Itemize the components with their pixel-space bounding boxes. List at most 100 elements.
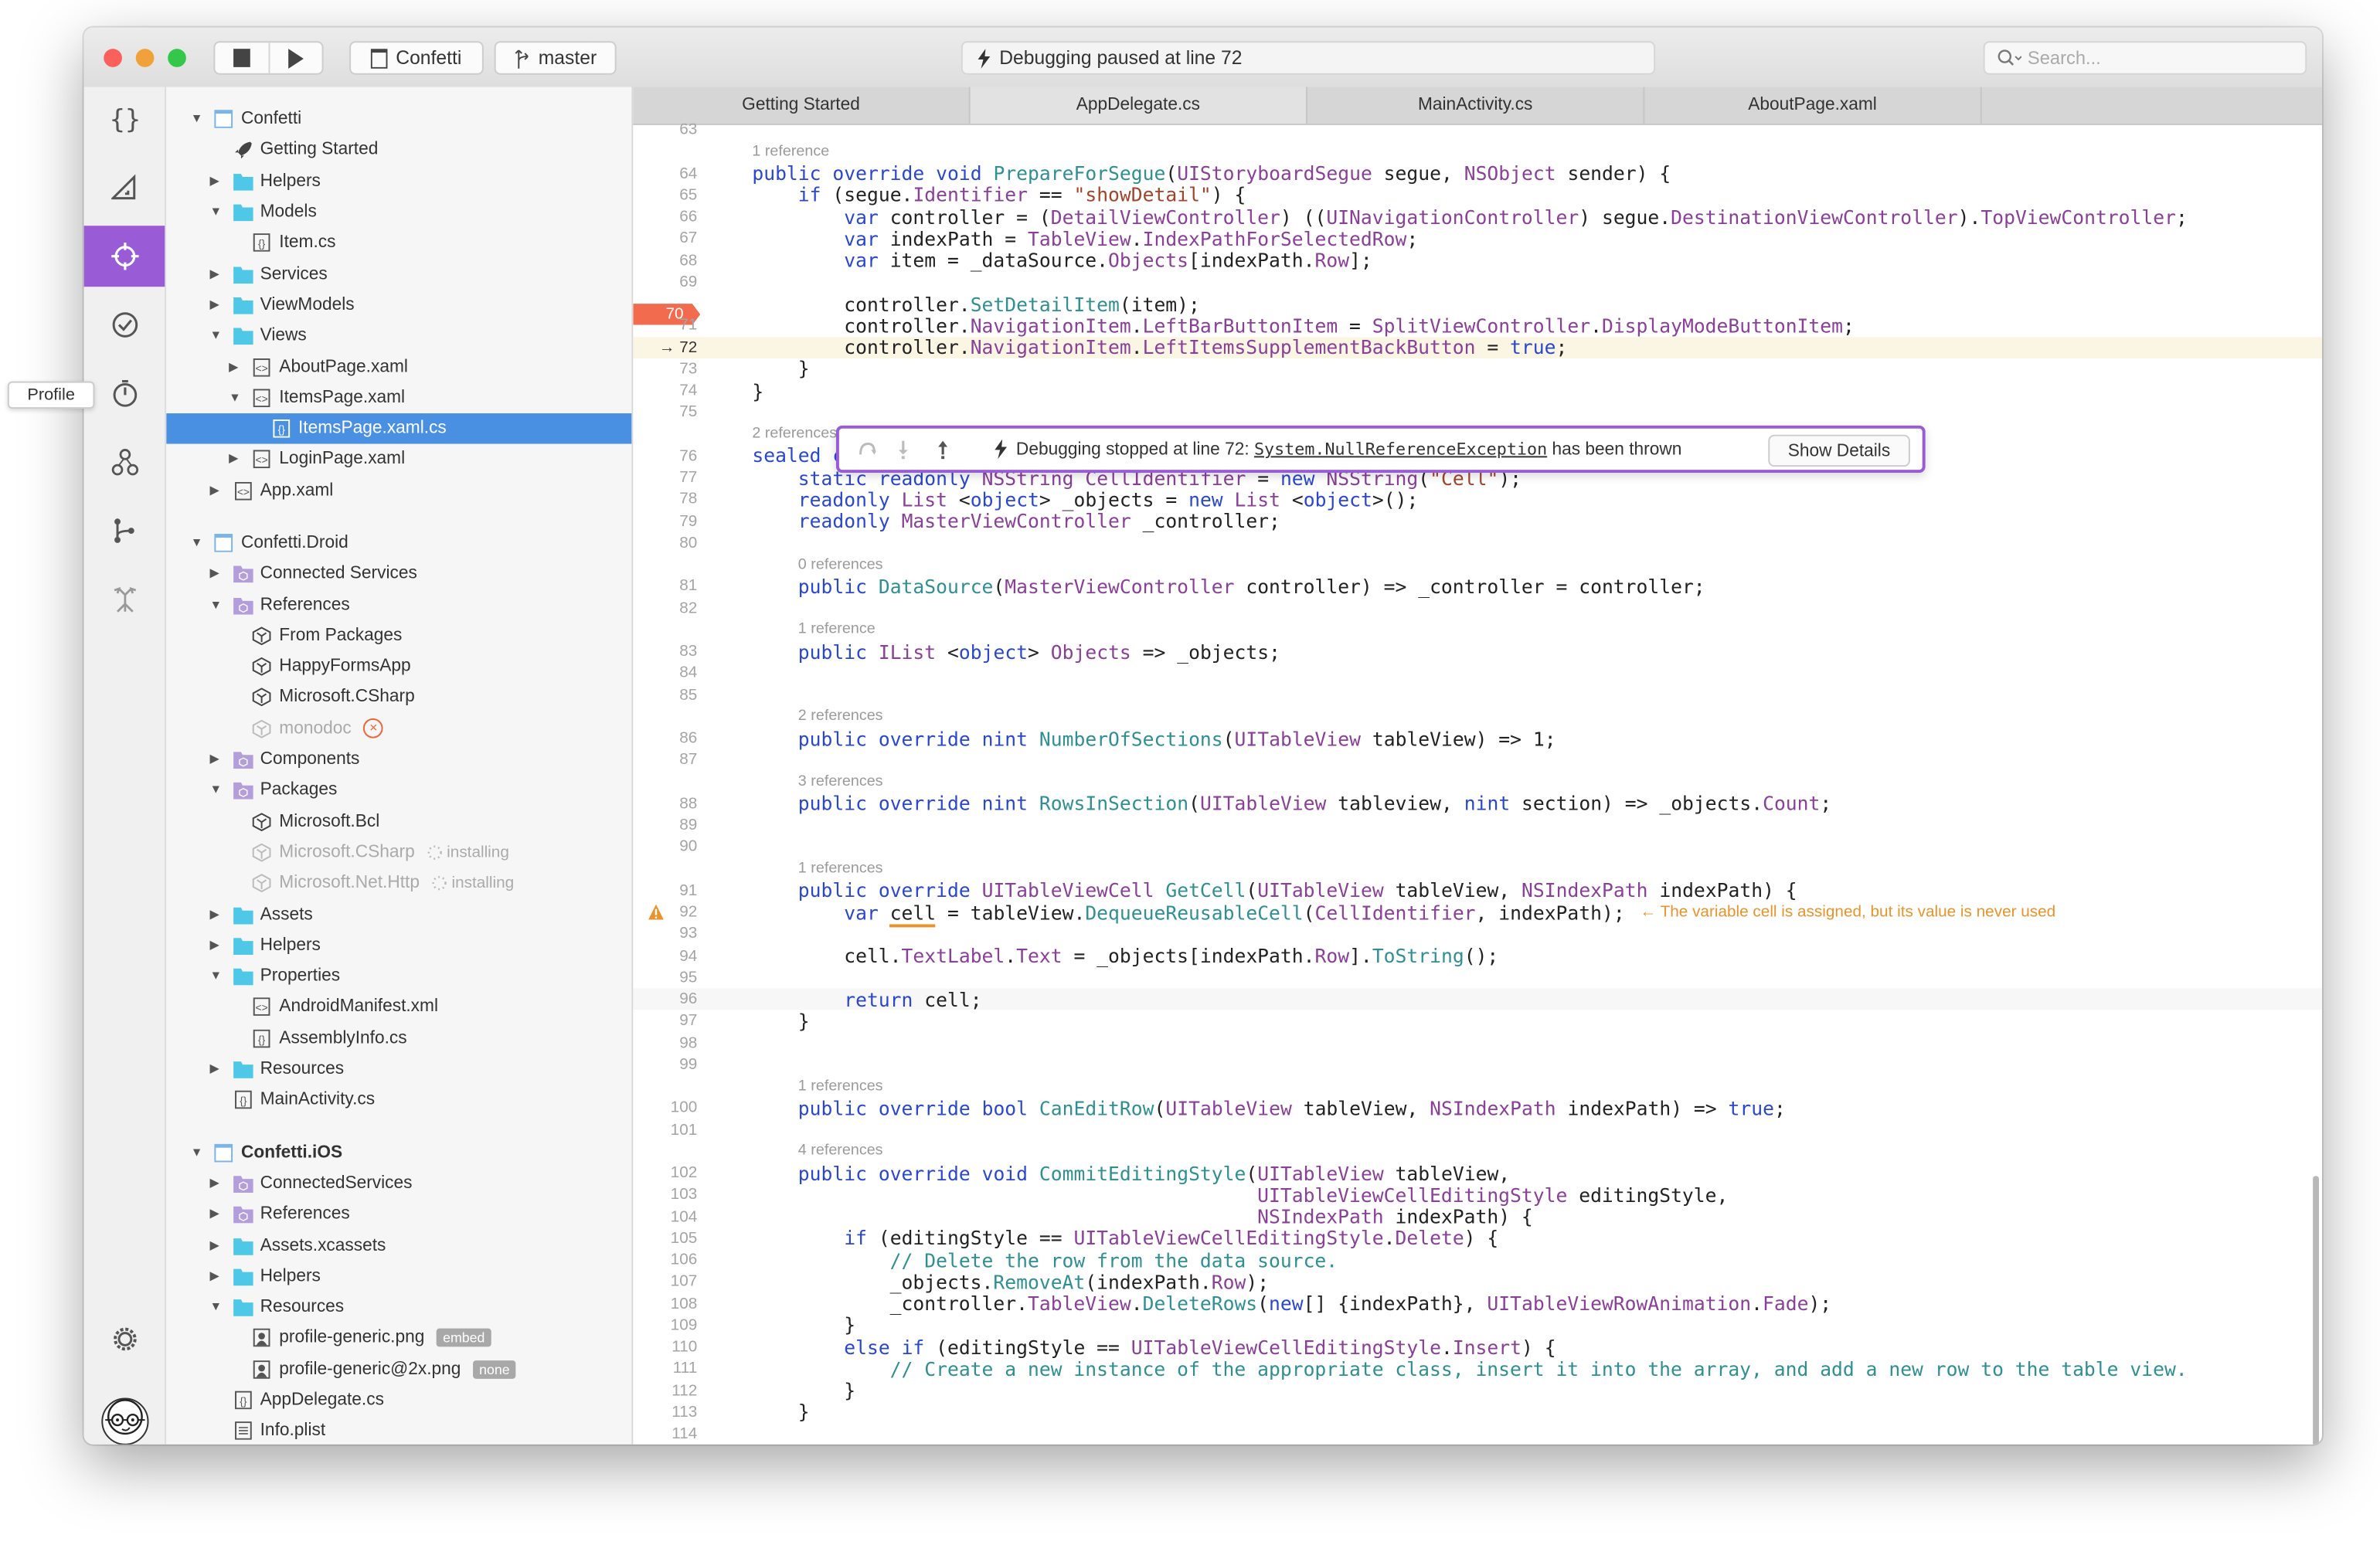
line-number[interactable]: 91 bbox=[633, 881, 697, 900]
folder-node[interactable]: ▼ References bbox=[166, 589, 631, 620]
file-node[interactable]: monodoc × bbox=[166, 713, 631, 744]
file-node[interactable]: ▶ <> AboutPage.xaml bbox=[166, 351, 631, 382]
references-link[interactable]: 1 references bbox=[798, 1078, 883, 1095]
file-node[interactable]: ▶ <> App.xaml bbox=[166, 475, 631, 506]
folder-node[interactable]: ▶ Helpers bbox=[166, 165, 631, 196]
line-number[interactable]: 103 bbox=[633, 1186, 698, 1204]
project-node[interactable]: ▼ Confetti.iOS bbox=[166, 1137, 631, 1168]
folder-node[interactable]: ▶ Assets.xcassets bbox=[166, 1230, 631, 1261]
minimize-window-button[interactable] bbox=[135, 49, 155, 67]
chevron-down-icon[interactable]: ▼ bbox=[209, 969, 222, 983]
editor-tab[interactable]: MainActivity.cs bbox=[1307, 87, 1645, 124]
exception-link[interactable]: System.NullReferenceException bbox=[1254, 440, 1547, 460]
line-number[interactable]: 93 bbox=[633, 925, 697, 943]
line-number[interactable]: 109 bbox=[633, 1316, 698, 1335]
line-number[interactable]: 86 bbox=[633, 729, 697, 748]
line-number[interactable]: 82 bbox=[633, 599, 697, 617]
line-number[interactable]: 104 bbox=[633, 1207, 698, 1226]
folder-node[interactable]: ▶ Helpers bbox=[166, 1261, 631, 1292]
folder-node[interactable]: ▼ Resources bbox=[166, 1292, 631, 1323]
line-number[interactable]: 85 bbox=[633, 686, 697, 705]
chevron-right-icon[interactable]: ▶ bbox=[209, 567, 222, 580]
activity-git-branch[interactable] bbox=[84, 501, 165, 562]
chevron-right-icon[interactable]: ▶ bbox=[209, 298, 222, 311]
step-out-icon[interactable] bbox=[937, 440, 949, 459]
activity-graph-nodes[interactable] bbox=[84, 432, 165, 493]
folder-node[interactable]: ▶ ConnectedServices bbox=[166, 1168, 631, 1199]
file-node[interactable]: {} MainActivity.cs bbox=[166, 1085, 631, 1115]
build-action-badge[interactable]: embed bbox=[437, 1329, 491, 1348]
folder-node[interactable]: ▶ Resources bbox=[166, 1054, 631, 1085]
file-node[interactable]: {} ItemsPage.xaml.cs bbox=[166, 413, 632, 445]
activity-braces[interactable]: {} bbox=[84, 89, 165, 150]
editor-tab[interactable]: Getting Started bbox=[633, 87, 971, 124]
project-selector[interactable]: Confetti bbox=[349, 41, 484, 75]
file-node[interactable]: profile-generic@2x.png none bbox=[166, 1353, 631, 1384]
stop-button[interactable] bbox=[215, 42, 270, 73]
file-node[interactable]: ▶ <> LoginPage.xaml bbox=[166, 444, 631, 475]
file-node[interactable]: profile-generic.png embed bbox=[166, 1323, 631, 1353]
editor-tab[interactable]: AppDelegate.cs bbox=[970, 87, 1308, 124]
line-number[interactable]: 94 bbox=[633, 946, 697, 965]
chevron-right-icon[interactable]: ▶ bbox=[209, 175, 222, 188]
line-number[interactable]: 90 bbox=[633, 838, 697, 857]
chevron-down-icon[interactable]: ▼ bbox=[209, 205, 222, 219]
file-node[interactable]: ▼ <> ItemsPage.xaml bbox=[166, 382, 631, 413]
folder-node[interactable]: ▼ Properties bbox=[166, 961, 631, 992]
file-node[interactable]: <> AndroidManifest.xml bbox=[166, 992, 631, 1023]
zoom-window-button[interactable] bbox=[168, 49, 186, 67]
vertical-scrollbar[interactable] bbox=[2313, 1176, 2320, 1445]
chevron-right-icon[interactable]: ▶ bbox=[209, 267, 222, 280]
project-node[interactable]: ▼ Confetti bbox=[166, 104, 631, 134]
activity-stopwatch[interactable] bbox=[84, 363, 165, 424]
chevron-right-icon[interactable]: ▶ bbox=[209, 939, 222, 952]
user-avatar[interactable] bbox=[84, 1391, 165, 1445]
line-number[interactable]: 83 bbox=[633, 642, 697, 660]
line-number[interactable]: 98 bbox=[633, 1034, 697, 1052]
line-number[interactable]: 65 bbox=[633, 186, 697, 205]
references-link[interactable]: 2 references bbox=[752, 426, 837, 443]
file-node[interactable]: Getting Started bbox=[166, 134, 631, 165]
references-link[interactable]: 4 references bbox=[798, 1143, 883, 1160]
line-number[interactable]: 84 bbox=[633, 664, 697, 683]
activity-deploy-arrows[interactable] bbox=[84, 569, 165, 630]
chevron-down-icon[interactable]: ▼ bbox=[209, 1300, 222, 1313]
line-number[interactable]: 105 bbox=[633, 1229, 698, 1248]
file-node[interactable]: {} Item.cs bbox=[166, 228, 631, 259]
line-number[interactable]: 102 bbox=[633, 1164, 698, 1183]
folder-node[interactable]: ▼ Packages bbox=[166, 775, 631, 806]
line-number[interactable]: → 72 bbox=[633, 338, 698, 357]
chevron-down-icon[interactable]: ▼ bbox=[191, 112, 203, 125]
line-number[interactable]: 74 bbox=[633, 382, 697, 400]
line-number[interactable]: 66 bbox=[633, 208, 697, 226]
line-number[interactable]: 75 bbox=[633, 403, 697, 422]
chevron-down-icon[interactable]: ▼ bbox=[209, 598, 222, 611]
folder-node[interactable]: ▶ ViewModels bbox=[166, 290, 631, 321]
line-number[interactable]: 96 bbox=[633, 990, 697, 1009]
folder-node[interactable]: ▶ Connected Services bbox=[166, 559, 631, 589]
file-node[interactable]: {} AssemblyInfo.cs bbox=[166, 1023, 631, 1054]
line-number[interactable]: 92 bbox=[633, 903, 697, 922]
chevron-right-icon[interactable]: ▶ bbox=[229, 360, 241, 373]
chevron-right-icon[interactable]: ▶ bbox=[209, 908, 222, 921]
search-input[interactable]: Search... bbox=[1983, 41, 2307, 75]
line-number[interactable]: 69 bbox=[633, 273, 697, 291]
folder-node[interactable]: ▶ Helpers bbox=[166, 930, 631, 961]
references-link[interactable]: 1 references bbox=[798, 861, 883, 878]
build-action-badge[interactable]: none bbox=[473, 1360, 516, 1379]
file-node[interactable]: Microsoft.Net.Http installing bbox=[166, 868, 631, 899]
editor-tab[interactable]: AboutPage.xaml bbox=[1644, 87, 1982, 124]
folder-node[interactable]: ▶ References bbox=[166, 1199, 631, 1230]
chevron-right-icon[interactable]: ▶ bbox=[209, 1269, 222, 1282]
references-link[interactable]: 1 reference bbox=[752, 143, 829, 160]
line-number[interactable]: 80 bbox=[633, 534, 697, 552]
line-number[interactable]: 100 bbox=[633, 1098, 698, 1117]
line-number[interactable]: 76 bbox=[633, 447, 697, 465]
references-link[interactable]: 0 references bbox=[798, 556, 883, 573]
chevron-right-icon[interactable]: ▶ bbox=[229, 453, 241, 466]
line-number[interactable]: 97 bbox=[633, 1012, 697, 1031]
step-into-icon[interactable] bbox=[897, 440, 910, 459]
chevron-right-icon[interactable]: ▶ bbox=[209, 753, 222, 766]
activity-check-circle[interactable] bbox=[84, 294, 165, 355]
references-link[interactable]: 3 references bbox=[798, 773, 883, 790]
